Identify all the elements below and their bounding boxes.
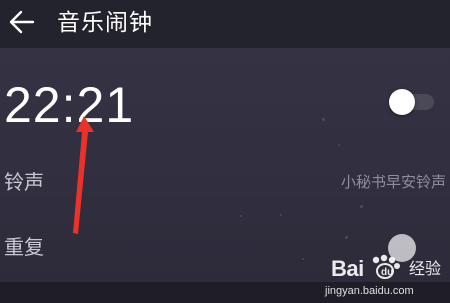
top-app-bar: 音乐闹钟: [0, 0, 450, 48]
background-speckle: [360, 205, 363, 208]
paw-logo-icon: du: [372, 254, 400, 279]
page-title: 音乐闹钟: [57, 10, 153, 36]
background-speckle: [302, 258, 304, 260]
alarm-enable-toggle[interactable]: [386, 88, 436, 116]
toggle-knob: [389, 89, 415, 115]
background-speckle: [338, 144, 340, 146]
svg-text:du: du: [381, 267, 393, 278]
back-button[interactable]: [4, 6, 40, 42]
baidu-jingyan-watermark: Bai du 经验 jingyan.baidu.com: [325, 252, 447, 302]
ringtone-label: 铃声: [4, 170, 44, 194]
ringtone-value[interactable]: 小秘书早安铃声: [341, 172, 446, 192]
watermark-url: jingyan.baidu.com: [325, 285, 414, 297]
watermark-brand-left: Bai: [331, 256, 364, 281]
arrow-left-icon: [8, 8, 36, 40]
background-speckle: [280, 214, 282, 216]
repeat-label: 重复: [4, 235, 44, 259]
alarm-settings-screen: 音乐闹钟 22:21 铃声 小秘书早安铃声 重复 Bai du 经验 jingy…: [0, 0, 450, 303]
watermark-brand-right: 经验: [409, 259, 442, 278]
background-speckle: [240, 215, 242, 217]
background-speckle: [322, 118, 325, 121]
background-speckle: [345, 236, 348, 239]
alarm-time[interactable]: 22:21: [4, 76, 134, 134]
